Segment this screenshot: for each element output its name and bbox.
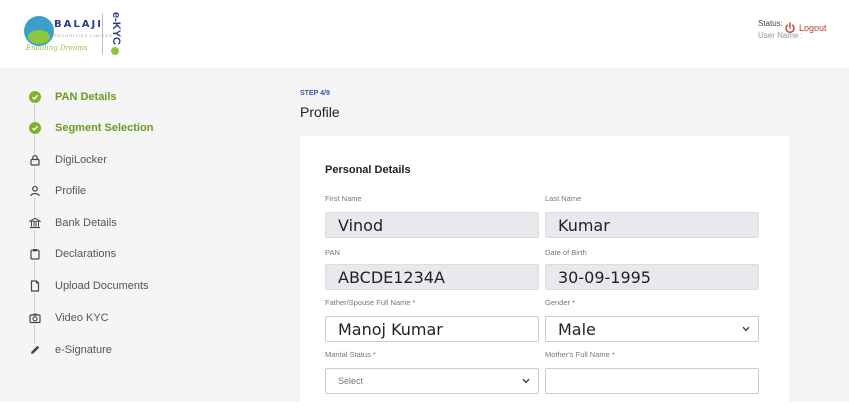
step-indicator: STEP 4/9 — [300, 90, 330, 97]
logout-button[interactable]: Logout — [784, 22, 827, 34]
logo-sub: SECURITIES LIMITED — [54, 33, 113, 38]
chevron-down-icon — [742, 326, 750, 332]
header: BALAJI SECURITIES LIMITED Enabling Dream… — [0, 0, 849, 68]
sidebar-item-label: Upload Documents — [55, 280, 149, 292]
dob-field[interactable]: 30-09-1995 — [545, 264, 759, 290]
sidebar-item-label: Bank Details — [55, 217, 117, 229]
pan-label: PAN — [325, 248, 340, 257]
last-name-field[interactable]: Kumar — [545, 212, 759, 238]
person-icon — [29, 185, 40, 197]
pen-icon — [30, 345, 39, 354]
sidebar-item-e-signature[interactable]: e-Signature — [28, 340, 112, 360]
sidebar-item-label: e-Signature — [55, 344, 112, 356]
gender-select[interactable]: Male — [545, 316, 759, 342]
marital-status-value: Select — [338, 376, 364, 386]
gender-label: Gender * — [545, 298, 576, 307]
logo-dot — [111, 47, 119, 55]
sidebar-item-label: PAN Details — [55, 91, 117, 103]
document-icon — [30, 280, 39, 292]
sidebar-item-bank-details[interactable]: Bank Details — [28, 213, 117, 233]
sidebar-item-label: Profile — [55, 185, 87, 197]
logo-divider — [102, 14, 103, 54]
pan-field[interactable]: ABCDE1234A — [325, 264, 539, 290]
balaji-ekyc-logo[interactable]: BALAJI SECURITIES LIMITED Enabling Dream… — [24, 12, 124, 58]
chevron-down-icon — [522, 378, 530, 384]
last-name-label: Last Name — [545, 194, 582, 203]
sidebar-item-label: Declarations — [55, 248, 117, 260]
gender-value: Male — [558, 319, 596, 339]
logo-tagline: Enabling Dreams — [26, 44, 88, 52]
sidebar-item-profile[interactable]: Profile — [28, 181, 86, 201]
sidebar-item-declarations[interactable]: Declarations — [28, 244, 116, 264]
sidebar-item-upload-documents[interactable]: Upload Documents — [28, 276, 149, 296]
father-name-label: Father/Spouse Full Name * — [325, 298, 416, 307]
logo-product: e-KYC — [110, 12, 122, 46]
first-name-label: First Name — [325, 194, 362, 203]
marital-status-select[interactable]: Select — [325, 368, 539, 394]
step-sidebar: PAN Details Segment Selection DigiLocker… — [0, 68, 230, 402]
lock-icon — [29, 155, 40, 166]
sidebar-item-segment-selection[interactable]: Segment Selection — [28, 118, 153, 138]
camera-icon — [28, 313, 41, 324]
sidebar-item-label: DigiLocker — [55, 154, 107, 166]
page-title: Profile — [300, 104, 340, 120]
first-name-field[interactable]: Vinod — [325, 212, 539, 238]
bank-icon — [28, 217, 41, 229]
marital-status-label: Marital Status * — [325, 350, 376, 359]
check-icon — [28, 122, 41, 134]
sidebar-item-pan-details[interactable]: PAN Details — [28, 87, 117, 107]
check-icon — [28, 91, 41, 103]
main-content: STEP 4/9 Profile Personal Details First … — [230, 68, 849, 416]
mother-name-input[interactable] — [545, 368, 759, 394]
father-name-input[interactable]: Manoj Kumar — [325, 316, 539, 342]
logo-name: BALAJI — [54, 19, 103, 30]
mother-name-label: Mother's Full Name * — [545, 350, 615, 359]
logout-label: Logout — [799, 23, 827, 33]
section-title: Personal Details — [325, 164, 411, 176]
power-icon — [785, 22, 795, 34]
sidebar-item-digilocker[interactable]: DigiLocker — [28, 150, 107, 170]
dob-label: Date of Birth — [545, 248, 587, 257]
clipboard-icon — [29, 249, 40, 260]
sidebar-item-video-kyc[interactable]: Video KYC — [28, 308, 109, 328]
personal-details-card: Personal Details First Name Vinod Last N… — [300, 136, 789, 416]
logo-mark — [24, 16, 54, 46]
sidebar-item-label: Segment Selection — [55, 122, 154, 134]
sidebar-item-label: Video KYC — [55, 312, 109, 324]
